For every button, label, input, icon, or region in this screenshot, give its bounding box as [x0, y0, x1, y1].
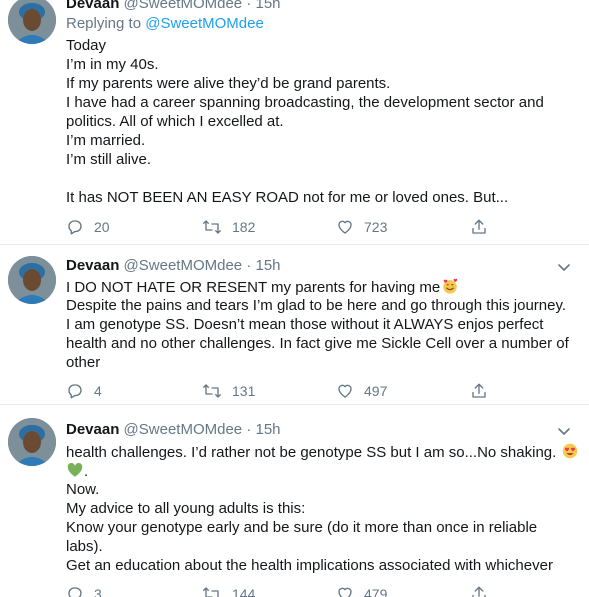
- retweet-count: 131: [232, 383, 256, 399]
- tweet-actions: 20 182 723: [66, 217, 506, 237]
- user-handle[interactable]: @SweetMOMdee: [124, 421, 243, 438]
- like-icon: [338, 384, 352, 398]
- reply-icon: [68, 220, 82, 235]
- like-button[interactable]: 723: [336, 217, 387, 237]
- tweet-text: Today I’m in my 40s. If my parents were …: [66, 36, 578, 207]
- like-button[interactable]: 497: [336, 381, 387, 401]
- tweet-line: Now.: [66, 481, 100, 498]
- reply-count: 3: [94, 586, 102, 597]
- reply-count: 4: [94, 383, 102, 399]
- tweet-line: health challenges. I’d rather not be gen…: [66, 442, 578, 461]
- tweet-actions: 4 131 497: [66, 381, 506, 401]
- separator: ·: [246, 0, 252, 12]
- like-icon: [338, 220, 352, 234]
- share-button[interactable]: [470, 381, 498, 401]
- retweet-count: 182: [232, 219, 256, 235]
- separator: ·: [246, 421, 252, 438]
- reply-button[interactable]: 20: [66, 217, 110, 237]
- avatar[interactable]: [8, 256, 56, 304]
- reply-icon: [68, 384, 82, 399]
- user-handle[interactable]: @SweetMOMdee: [124, 0, 243, 12]
- tweet-line: I’m married.: [66, 132, 146, 149]
- replying-to-link[interactable]: @SweetMOMdee: [145, 15, 264, 32]
- tweet-line: health and no other challenges. In fact …: [66, 335, 569, 352]
- separator: ·: [246, 257, 252, 274]
- share-icon: [472, 586, 486, 597]
- share-button[interactable]: [470, 584, 498, 597]
- tweet-line: I DO NOT HATE OR RESENT my parents for h…: [66, 277, 578, 296]
- like-icon: [338, 587, 352, 597]
- tweet-line: I’m in my 40s.: [66, 56, 159, 73]
- display-name[interactable]: Devaan: [66, 257, 119, 274]
- heart-eyes-icon: [563, 443, 578, 459]
- retweet-icon: [203, 384, 221, 398]
- tweet-line-text: I DO NOT HATE OR RESENT my parents for h…: [66, 279, 441, 296]
- tweet-line: other: [66, 354, 101, 371]
- tweet-line-text: .: [84, 463, 89, 480]
- green-heart-icon: [67, 462, 83, 477]
- tweet-line: Despite the pains and tears I’m glad to …: [66, 297, 567, 314]
- tweet-line: I am genotype SS. Doesn’t mean those wit…: [66, 316, 544, 333]
- tweet-line-text: health challenges. I’d rather not be gen…: [66, 444, 557, 461]
- tweet-header: Devaan @SweetMOMdee · 15h: [66, 256, 281, 276]
- tweet-actions: 3 144 479: [66, 584, 506, 597]
- tweet-text: I DO NOT HATE OR RESENT my parents for h…: [66, 277, 578, 372]
- reply-count: 20: [94, 219, 110, 235]
- tweet-line: It has NOT BEEN AN EASY ROAD not for me …: [66, 189, 509, 206]
- tweet-line: I have had a career spanning broadcastin…: [66, 94, 544, 111]
- timestamp[interactable]: 15h: [256, 421, 281, 438]
- tweet-line: Know your genotype early and be sure (do…: [66, 519, 538, 536]
- tweet-line: My advice to all young adults is this:: [66, 500, 306, 517]
- retweet-count: 144: [232, 586, 256, 597]
- reply-icon: [68, 587, 82, 597]
- avatar[interactable]: [8, 0, 56, 44]
- tweet-line: Get an education about the health implic…: [66, 557, 553, 574]
- replying-to: Replying to @SweetMOMdee: [66, 14, 264, 34]
- timestamp[interactable]: 15h: [256, 257, 281, 274]
- share-button[interactable]: [470, 217, 498, 237]
- tweet-line: labs).: [66, 538, 103, 555]
- retweet-button[interactable]: 131: [202, 381, 255, 401]
- replying-label: Replying to: [66, 15, 142, 32]
- tweet-line: Today: [66, 37, 107, 54]
- tweet-header: Devaan @SweetMOMdee · 15h: [66, 420, 281, 440]
- chevron-down-icon[interactable]: [557, 424, 571, 438]
- share-icon: [472, 219, 486, 234]
- like-button[interactable]: 479: [336, 584, 387, 597]
- chevron-down-icon[interactable]: [557, 260, 571, 274]
- tweet-line: .: [66, 461, 578, 480]
- retweet-icon: [203, 220, 221, 234]
- tweet-feed: Devaan @SweetMOMdee · 15h Replying to @S…: [0, 0, 589, 597]
- tweet-line: politics. All of which I excelled at.: [66, 113, 284, 130]
- timestamp[interactable]: 15h: [256, 0, 281, 12]
- smiling-face-with-hearts-icon: [443, 278, 458, 294]
- share-icon: [472, 383, 486, 398]
- tweet[interactable]: Devaan @SweetMOMdee · 15h I DO NOT HATE …: [0, 244, 589, 405]
- like-count: 497: [364, 383, 388, 399]
- display-name[interactable]: Devaan: [66, 0, 119, 12]
- reply-button[interactable]: 4: [66, 381, 102, 401]
- user-handle[interactable]: @SweetMOMdee: [124, 257, 243, 274]
- avatar[interactable]: [8, 418, 56, 466]
- display-name[interactable]: Devaan: [66, 421, 119, 438]
- reply-button[interactable]: 3: [66, 584, 102, 597]
- like-count: 479: [364, 586, 388, 597]
- tweet-text: health challenges. I’d rather not be gen…: [66, 442, 578, 575]
- retweet-button[interactable]: 144: [202, 584, 255, 597]
- tweet[interactable]: Devaan @SweetMOMdee · 15h Replying to @S…: [0, 0, 589, 245]
- tweet-line: If my parents were alive they’d be grand…: [66, 75, 391, 92]
- tweet[interactable]: Devaan @SweetMOMdee · 15h health challen…: [0, 404, 589, 597]
- tweet-header: Devaan @SweetMOMdee · 15h: [66, 0, 281, 14]
- tweet-line: I’m still alive.: [66, 151, 152, 168]
- retweet-icon: [203, 587, 219, 597]
- retweet-button[interactable]: 182: [202, 217, 255, 237]
- like-count: 723: [364, 219, 388, 235]
- tweet-line: [66, 169, 578, 188]
